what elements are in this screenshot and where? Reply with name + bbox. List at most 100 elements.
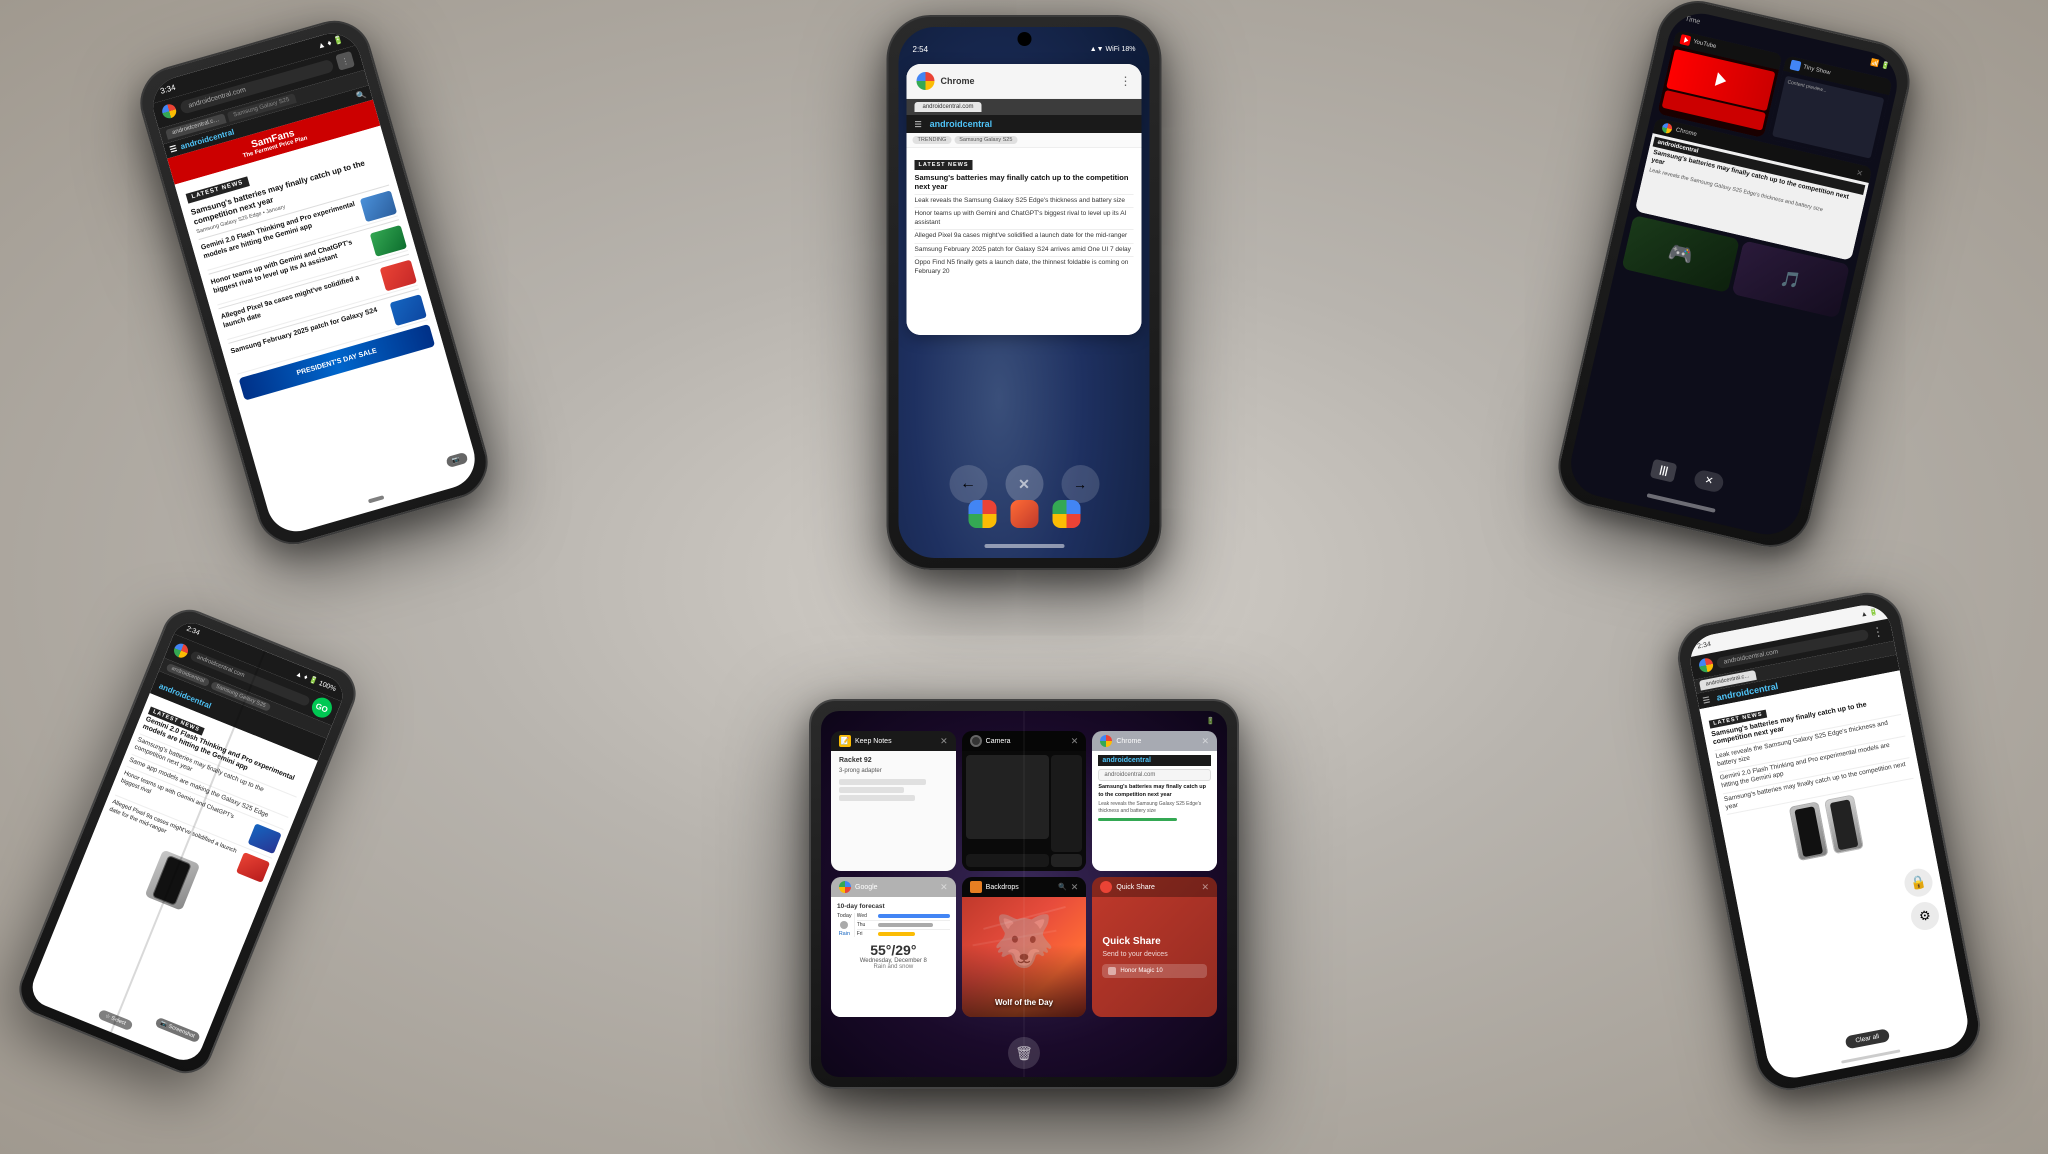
tl-select-btn[interactable]	[368, 495, 384, 503]
f-rain1: Rain	[839, 931, 850, 937]
tc-hamburger[interactable]: ☰	[915, 120, 922, 129]
chrome-close[interactable]: ✕	[1201, 736, 1209, 747]
tc-headline3: Honor teams up with Gemini and ChatGPT's…	[915, 210, 1134, 227]
br-settings-btn[interactable]: ⚙	[1909, 900, 1942, 933]
tablet-chrome-content: Samsung's batteries may finally catch up…	[1098, 784, 1211, 815]
tablet-google-card[interactable]: Google ✕ 10-day forecast Today	[831, 877, 956, 1017]
google-close[interactable]: ✕	[940, 882, 948, 893]
cam-thumb3	[966, 854, 1050, 867]
br-menu[interactable]: ⋮	[1871, 624, 1885, 640]
camera-label: Camera	[986, 738, 1011, 745]
chrome-label: Chrome	[1116, 738, 1141, 745]
quickshare-label: Quick Share	[1116, 884, 1155, 891]
tr-home-indicator	[1647, 493, 1716, 513]
tc-close-button[interactable]: ✕	[1005, 465, 1043, 503]
tablet-crease	[1023, 711, 1025, 1077]
lock-icon: 🔒	[1909, 873, 1928, 892]
tc-status-icons: ▲▼ WiFi 18%	[1090, 46, 1136, 53]
qs-device1[interactable]: Honor Magic 10	[1102, 964, 1207, 978]
tablet-keep-card[interactable]: 📝 Keep Notes ✕ Racket 92 3-prong adapter	[831, 731, 956, 871]
tc-time: 2:54	[913, 45, 929, 54]
keep-lines	[839, 779, 948, 801]
bl-article2-thumb	[236, 852, 270, 883]
top-right-screen: Time 📶 🔋 YouTube	[1564, 7, 1903, 541]
tr-tiny-icon	[1789, 59, 1801, 71]
quickshare-close[interactable]: ✕	[1201, 882, 1209, 893]
cam-thumb2	[1051, 755, 1082, 852]
tc-menu-dots[interactable]: ⋮	[1120, 74, 1132, 88]
br-hamburger[interactable]: ☰	[1702, 695, 1711, 705]
camera-icon	[970, 735, 982, 747]
tc-app-name: Chrome	[941, 76, 1114, 86]
screenshot-icon: 📷	[451, 456, 460, 465]
tl-article4-thumb	[390, 294, 427, 326]
tc-headline4: Alleged Pixel 9a cases might've solidifi…	[915, 232, 1134, 240]
weather-temp: 55°/29°	[837, 942, 950, 958]
cam-thumb4	[1051, 854, 1082, 867]
tc-chip-s25[interactable]: Samsung Galaxy S25	[954, 136, 1017, 144]
tl-menu-hamburger[interactable]: ☰	[169, 144, 178, 155]
tl-time: 3:34	[159, 83, 176, 96]
scene: 3:34 ▲ ♦ 🔋 androidcentral.com ⋮ androidc…	[0, 0, 2048, 1154]
tr-yt-label: YouTube	[1692, 39, 1716, 50]
tc-dock-google[interactable]	[1052, 500, 1080, 528]
tablet-center-screen: 🔋 📝 Keep Notes ✕	[821, 711, 1227, 1077]
forecast-title: 10-day forecast	[837, 903, 950, 910]
tc-site-content: ☰ androidcentral TRENDING Samsung Galaxy…	[907, 115, 1142, 335]
tr-content: Time 📶 🔋 YouTube	[1564, 7, 1903, 541]
tl-menu-icon[interactable]: ⋮	[335, 51, 355, 71]
tc-punch-hole	[1017, 32, 1031, 46]
keep-content-body: 3-prong adapter	[839, 767, 948, 775]
top-center-screen: 2:54 ▲▼ WiFi 18% Chrome ⋮ androidcentral…	[899, 27, 1150, 558]
bl-go-button[interactable]: GO	[309, 695, 335, 721]
tablet-quickshare-card[interactable]: Quick Share ✕ Quick Share Send to your d…	[1092, 877, 1217, 1017]
br-lock-btn[interactable]: 🔒	[1902, 866, 1935, 899]
top-left-content: 3:34 ▲ ♦ 🔋 androidcentral.com ⋮ androidc…	[146, 27, 482, 539]
backdrops-search[interactable]: 🔍	[1058, 883, 1067, 891]
tr-recents-btn[interactable]: |||	[1650, 459, 1678, 483]
phone-top-center: 2:54 ▲▼ WiFi 18% Chrome ⋮ androidcentral…	[887, 15, 1162, 570]
phone-bottom-left: 2:34 ▲ ♦ 🔋 100% androidcentral.com GO an…	[11, 601, 364, 1081]
tc-active-tab[interactable]: androidcentral.com	[915, 102, 982, 112]
settings-icon: ⚙	[1918, 907, 1932, 925]
br-phone2	[1824, 795, 1864, 855]
keep-content-title: Racket 92	[839, 757, 948, 764]
camera-close[interactable]: ✕	[1071, 736, 1079, 747]
br-icons: ▲ 🔋	[1860, 607, 1879, 618]
tablet-chrome-card[interactable]: Chrome ✕ androidcentral androidcentral.c…	[1092, 731, 1217, 871]
bl-time: 2:34	[185, 625, 201, 638]
keep-close[interactable]: ✕	[940, 736, 948, 747]
qs-device1-icon	[1108, 967, 1116, 975]
tl-screenshot-btn[interactable]: 📷	[445, 452, 469, 468]
clear-all-label: Clear all	[1855, 1033, 1880, 1044]
f-day1: Today	[837, 913, 852, 919]
backdrops-label: Backdrops	[986, 884, 1019, 891]
tc-back-button[interactable]: ←	[949, 465, 987, 503]
backdrops-close[interactable]: ✕	[1071, 882, 1079, 893]
quickshare-content: Quick Share Send to your devices Honor M…	[1092, 897, 1217, 1017]
tablet-battery: 🔋	[1206, 717, 1215, 725]
tl-icons: ▲ ♦ 🔋	[316, 35, 344, 51]
tc-content: 2:54 ▲▼ WiFi 18% Chrome ⋮ androidcentral…	[899, 27, 1150, 558]
tc-chrome-card[interactable]: Chrome ⋮ androidcentral.com ☰ androidcen…	[907, 64, 1142, 335]
tc-chip-trending[interactable]: TRENDING	[913, 136, 952, 144]
quickshare-icon	[1100, 881, 1112, 893]
tc-headline5: Samsung February 2025 patch for Galaxy S…	[915, 246, 1134, 254]
tc-dock-chrome[interactable]	[968, 500, 996, 528]
f-thu: Thu	[857, 922, 875, 928]
tl-search-icon[interactable]: 🔍	[355, 90, 367, 101]
keep-label: Keep Notes	[855, 738, 892, 745]
tc-headline6: Oppo Find N5 finally gets a launch date,…	[915, 259, 1134, 276]
tc-tab-url: androidcentral.com	[923, 104, 974, 110]
tr-close-all[interactable]: ✕	[1693, 469, 1725, 494]
tl-article2-thumb	[370, 225, 407, 257]
tc-forward-button[interactable]: →	[1061, 465, 1099, 503]
tr-tiny-label: Tiny Show	[1803, 64, 1831, 76]
tr-chrome-close[interactable]: ✕	[1855, 168, 1864, 178]
phone-top-right: Time 📶 🔋 YouTube	[1550, 0, 1918, 555]
weather-desc: Rain and snow	[837, 964, 950, 970]
tr-yt-icon	[1679, 34, 1691, 46]
bl-screenshot-btn[interactable]: 📷 Screenshot	[154, 1017, 201, 1044]
bl-screenshot-label: Screenshot	[167, 1024, 195, 1040]
tc-dock-app2[interactable]	[1010, 500, 1038, 528]
